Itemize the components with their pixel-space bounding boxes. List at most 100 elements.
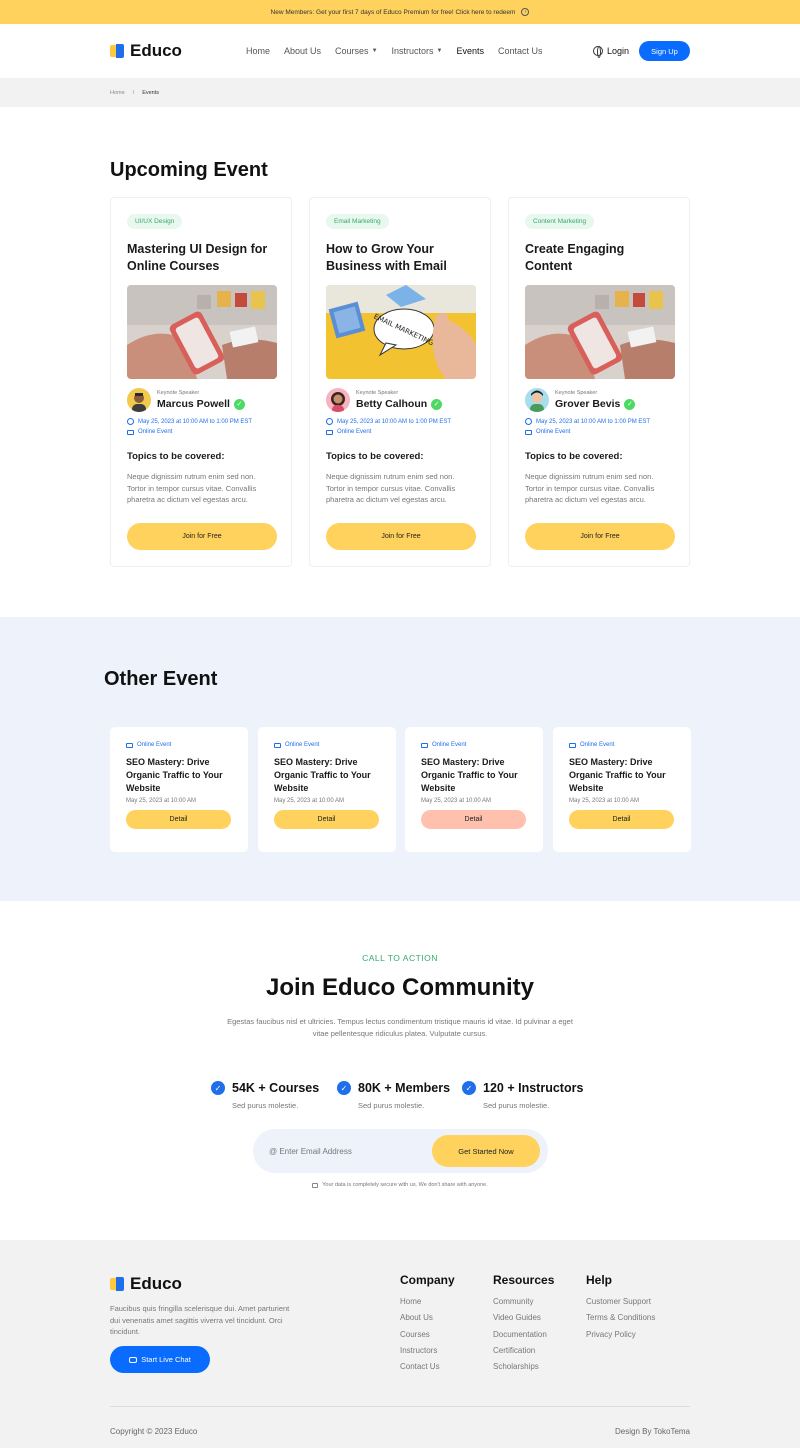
speaker-block: Keynote Speaker Marcus Powell ✓ — [127, 388, 275, 412]
signup-button[interactable]: Sign Up — [639, 41, 690, 61]
stat-subtext: Sed purus molestie. — [483, 1101, 550, 1110]
detail-button[interactable]: Detail — [421, 810, 526, 829]
other-event-date: May 25, 2023 at 10:00 AM — [274, 798, 345, 804]
event-card: Email Marketing How to Grow Your Busines… — [309, 197, 491, 567]
other-event-date: May 25, 2023 at 10:00 AM — [421, 798, 492, 804]
category-tag[interactable]: UI/UX Design — [127, 214, 183, 229]
event-card: UI/UX Design Mastering UI Design for Onl… — [110, 197, 292, 567]
nav-contact-us[interactable]: Contact Us — [498, 46, 543, 56]
video-camera-icon — [127, 429, 134, 435]
topics-description: Neque dignissim rutrum enim sed non. Tor… — [127, 472, 257, 504]
event-datetime: May 25, 2023 at 10:00 AM to 1:00 PM EST — [525, 418, 673, 425]
chat-bubble-icon — [129, 1356, 138, 1363]
category-tag[interactable]: Content Marketing — [525, 214, 595, 229]
footer-link[interactable]: Contact Us — [400, 1362, 455, 1378]
footer-link[interactable]: Courses — [400, 1330, 455, 1346]
other-event-card: Online Event SEO Mastery: Drive Organic … — [553, 727, 691, 852]
category-tag[interactable]: Email Marketing — [326, 214, 389, 229]
footer-link[interactable]: Community — [493, 1297, 554, 1313]
speaker-label: Keynote Speaker — [555, 390, 598, 396]
breadcrumb-current: Events — [142, 89, 160, 96]
detail-button[interactable]: Detail — [126, 810, 231, 829]
stat-value: 80K + Members — [358, 1081, 451, 1095]
login-link[interactable]: Login — [592, 46, 629, 58]
chevron-down-icon: ▼ — [371, 48, 378, 54]
event-datetime: May 25, 2023 at 10:00 AM to 1:00 PM EST — [127, 418, 275, 425]
nav-courses[interactable]: Courses ▼ — [335, 46, 377, 56]
verified-check-icon: ✓ — [624, 398, 636, 410]
footer-link[interactable]: Terms & Conditions — [586, 1313, 655, 1329]
footer-link[interactable]: Customer Support — [586, 1297, 655, 1313]
other-event-title[interactable]: SEO Mastery: Drive Organic Traffic to Yo… — [126, 756, 232, 795]
breadcrumb-home[interactable]: Home — [110, 90, 125, 96]
video-camera-icon — [326, 429, 333, 435]
join-free-button[interactable]: Join for Free — [525, 523, 675, 550]
detail-button[interactable]: Detail — [569, 810, 674, 829]
book-logo-icon — [110, 1277, 125, 1291]
privacy-note: Your data is completely secure with us. … — [0, 1182, 800, 1188]
speaker-block: Keynote Speaker Betty Calhoun ✓ — [326, 388, 474, 412]
topics-description: Neque dignissim rutrum enim sed non. Tor… — [326, 472, 456, 504]
chevron-down-icon: ▼ — [436, 48, 443, 54]
detail-button[interactable]: Detail — [274, 810, 379, 829]
video-camera-icon — [569, 742, 576, 748]
copyright: Copyright © 2023 Educo — [110, 1427, 198, 1436]
event-image — [127, 285, 277, 379]
stat-value: 54K + Courses — [232, 1081, 320, 1095]
stat-subtext: Sed purus molestie. — [232, 1101, 299, 1110]
event-image: EMAIL MARKETING — [326, 285, 476, 379]
speaker-avatar[interactable] — [525, 388, 549, 412]
topics-description: Neque dignissim rutrum enim sed non. Tor… — [525, 472, 655, 504]
other-event-card: Online Event SEO Mastery: Drive Organic … — [405, 727, 543, 852]
footer-link[interactable]: Scholarships — [493, 1362, 554, 1378]
topics-title: Topics to be covered: — [525, 451, 623, 462]
join-free-button[interactable]: Join for Free — [326, 523, 476, 550]
footer-link[interactable]: Video Guides — [493, 1313, 554, 1329]
footer-link[interactable]: Privacy Policy — [586, 1330, 655, 1346]
footer-link[interactable]: Certification — [493, 1346, 554, 1362]
footer-link[interactable]: Home — [400, 1297, 455, 1313]
brand-logo[interactable]: Educo — [110, 41, 182, 61]
book-logo-icon — [110, 44, 125, 58]
footer-logo[interactable]: Educo — [110, 1274, 182, 1294]
footer-link[interactable]: About Us — [400, 1313, 455, 1329]
footer-column-title: Company — [400, 1273, 455, 1287]
speaker-avatar[interactable] — [127, 388, 151, 412]
upcoming-title: Upcoming Event — [110, 159, 268, 181]
verified-check-icon: ✓ — [431, 398, 443, 410]
speaker-block: Keynote Speaker Grover Bevis ✓ — [525, 388, 673, 412]
nav-instructors[interactable]: Instructors ▼ — [392, 46, 443, 56]
event-title[interactable]: How to Grow Your Business with Email — [326, 241, 474, 275]
footer-column-title: Help — [586, 1273, 613, 1287]
live-chat-button[interactable]: Start Live Chat — [110, 1346, 210, 1373]
nav-about-us[interactable]: About Us — [284, 46, 321, 56]
other-event-title[interactable]: SEO Mastery: Drive Organic Traffic to Yo… — [421, 756, 527, 795]
stat-value: 120 + Instructors — [483, 1081, 584, 1095]
video-camera-icon — [126, 742, 133, 748]
design-credit[interactable]: Design By TokoTema — [615, 1427, 690, 1436]
event-title[interactable]: Create Engaging Content — [525, 241, 673, 275]
speaker-name: Marcus Powell — [157, 398, 230, 410]
join-free-button[interactable]: Join for Free — [127, 523, 277, 550]
get-started-button[interactable]: Get Started Now — [432, 1135, 540, 1167]
event-title[interactable]: Mastering UI Design for Online Courses — [127, 241, 275, 275]
nav-home[interactable]: Home — [246, 46, 270, 56]
main-nav: Home About Us Courses ▼ Instructors ▼ Even… — [246, 46, 543, 56]
email-input[interactable] — [269, 1146, 429, 1156]
event-location: Online Event — [274, 742, 380, 748]
cta-eyebrow: CALL TO ACTION — [362, 953, 438, 963]
announcement-bar[interactable]: New Members: Get your first 7 days of Ed… — [0, 0, 800, 24]
footer-link[interactable]: Instructors — [400, 1346, 455, 1362]
clock-icon — [525, 418, 532, 425]
check-circle-icon: ✓ — [337, 1081, 351, 1095]
other-event-title[interactable]: SEO Mastery: Drive Organic Traffic to Yo… — [274, 756, 380, 795]
other-event-title[interactable]: SEO Mastery: Drive Organic Traffic to Yo… — [569, 756, 675, 795]
topics-title: Topics to be covered: — [326, 451, 424, 462]
nav-events[interactable]: Events — [456, 46, 484, 56]
verified-check-icon: ✓ — [233, 398, 245, 410]
video-camera-icon — [274, 742, 281, 748]
footer-link[interactable]: Documentation — [493, 1330, 554, 1346]
speaker-avatar[interactable] — [326, 388, 350, 412]
video-camera-icon — [525, 429, 532, 435]
other-events-title: Other Event — [104, 668, 218, 690]
